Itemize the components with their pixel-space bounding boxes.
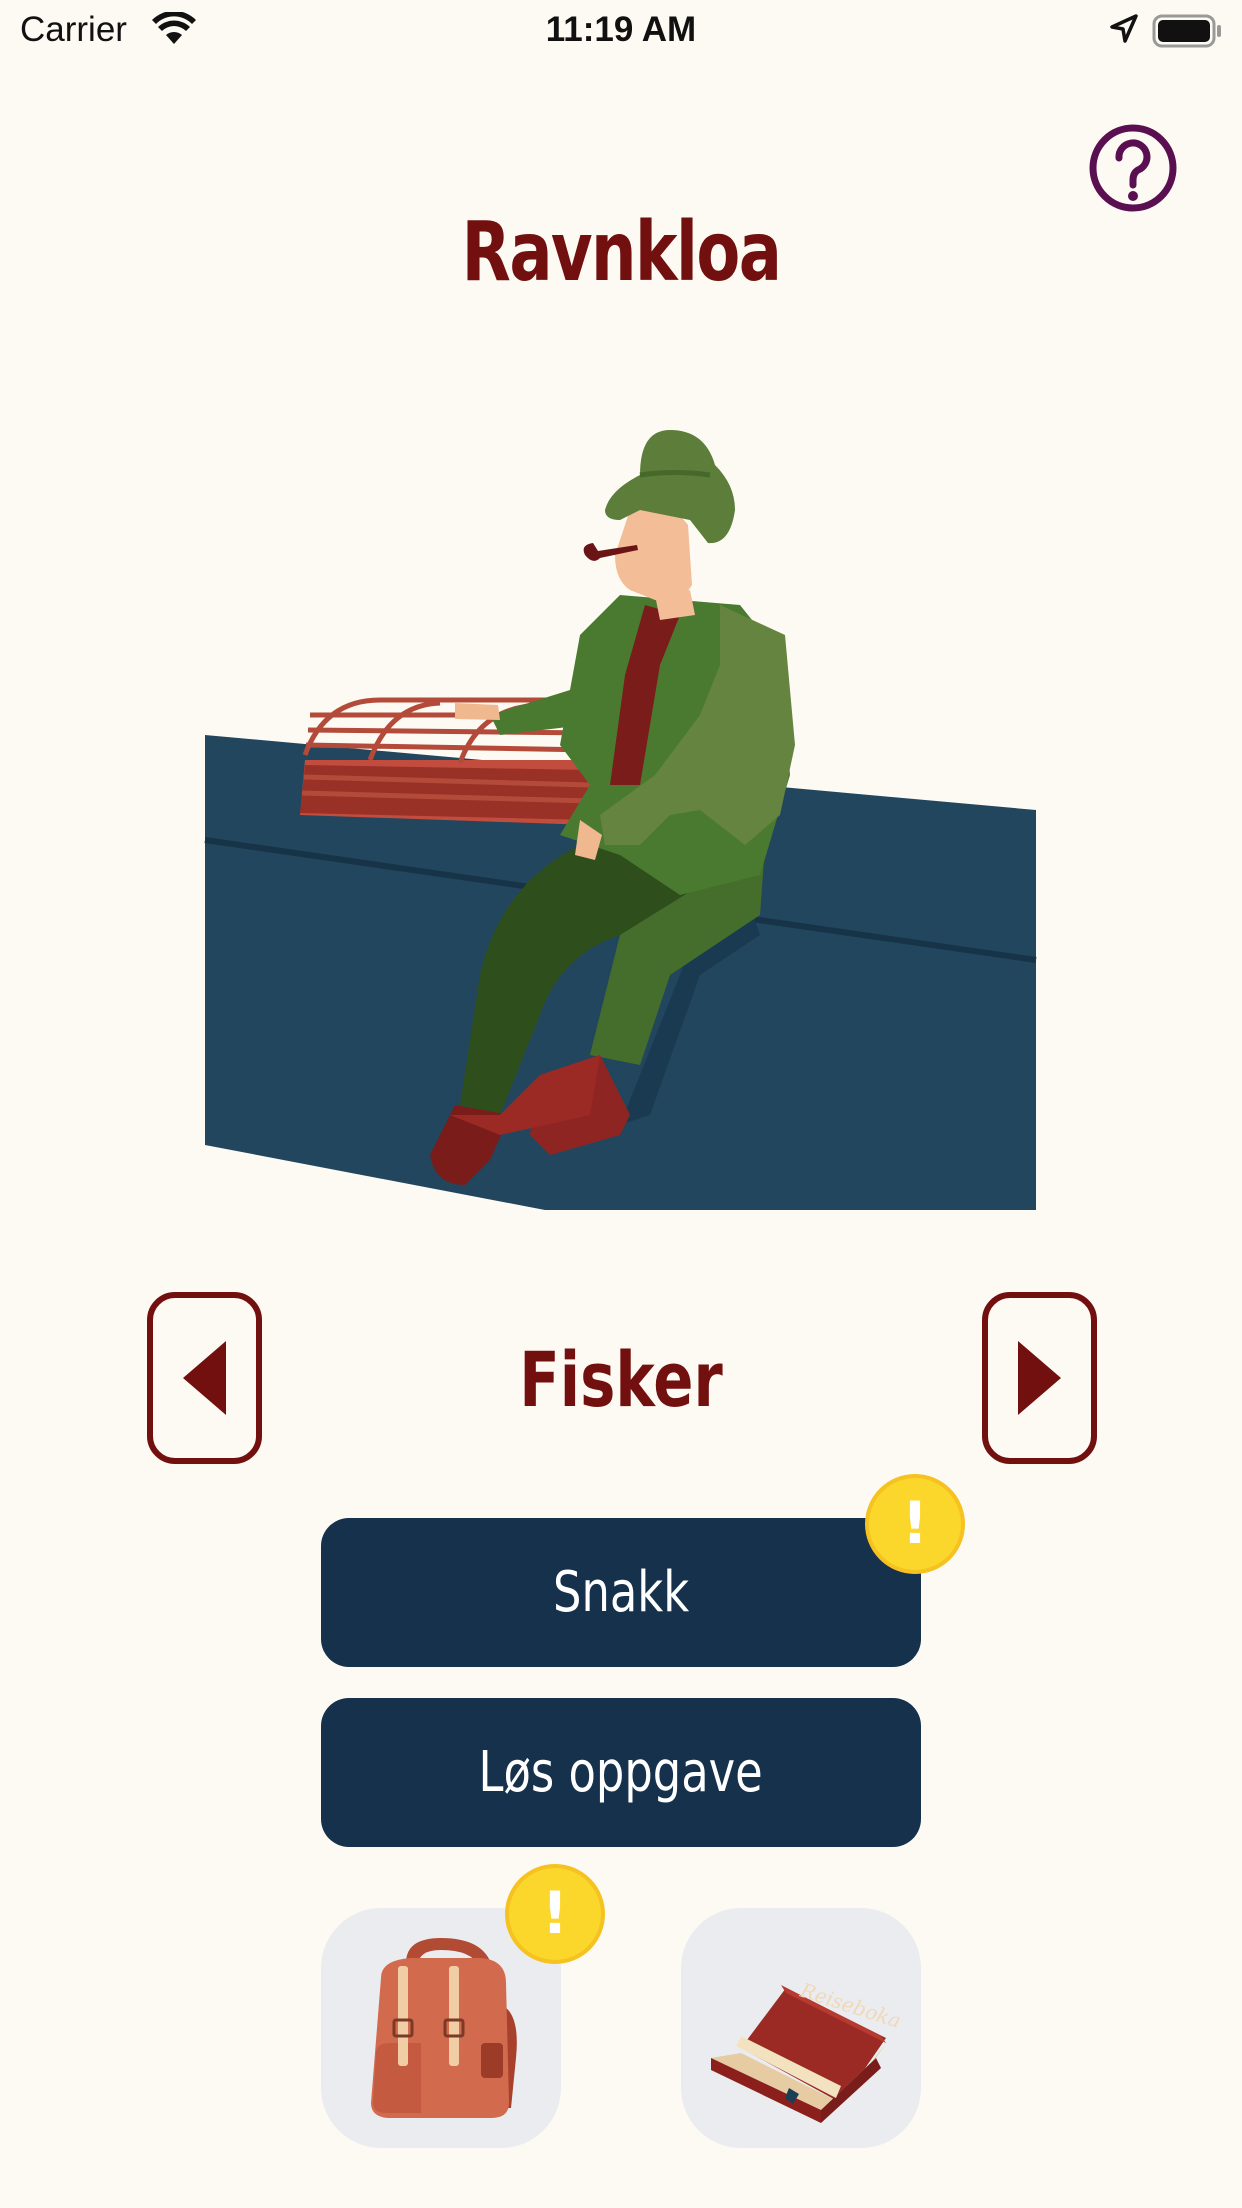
solve-task-button[interactable]: Løs oppgave [321, 1698, 921, 1847]
book-icon: Reiseboka [711, 1978, 904, 2123]
status-bar: Carrier 11:19 AM [0, 0, 1242, 60]
next-character-button[interactable] [982, 1292, 1097, 1464]
fisherman-illustration [204, 430, 1037, 1210]
triangle-right-icon [1018, 1341, 1061, 1415]
question-circle-icon[interactable] [1088, 123, 1178, 213]
solve-task-button-label: Løs oppgave [478, 1740, 764, 1805]
talk-button-label: Snakk [552, 1560, 690, 1625]
alert-badge-icon: ! [505, 1864, 605, 1964]
page-title: Ravnkloa [461, 205, 782, 300]
travel-book-button[interactable]: Reiseboka [681, 1908, 921, 2148]
talk-badge-text: ! [902, 1489, 928, 1557]
battery-icon [1152, 14, 1221, 48]
backpack-badge-text: ! [542, 1879, 568, 1947]
status-time: 11:19 AM [545, 10, 697, 49]
alert-badge-icon: ! [865, 1474, 965, 1574]
talk-button[interactable]: Snakk [321, 1518, 921, 1667]
character-role: Fisker [519, 1335, 723, 1424]
location-arrow-icon [1110, 14, 1138, 43]
